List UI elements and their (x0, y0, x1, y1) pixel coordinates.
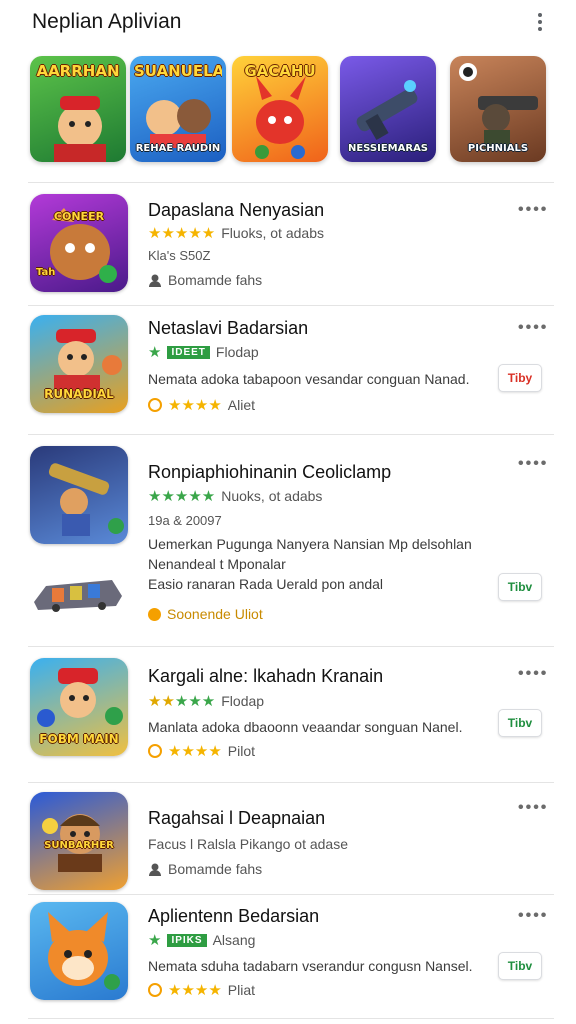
more-horiz-icon[interactable]: •••• (518, 456, 548, 472)
rating-row: ★★ ★★★ Flodap (148, 692, 264, 710)
app-icon[interactable]: CONEER Tah (30, 194, 128, 292)
app-description: Manlata adoka dbaoonn veaandar songuan N… (148, 719, 463, 735)
banner-subtitle: NESSIEMARAS (347, 143, 429, 154)
rating-text: Nuoks, ot adabs (221, 488, 323, 504)
install-button[interactable]: Tiby (498, 364, 542, 392)
divider (28, 1018, 554, 1019)
divider (28, 182, 554, 183)
icon-label: FOBM MAIN (39, 732, 119, 746)
rating-stars-icon: ★★★★★ (148, 488, 216, 505)
rating-text: Flodap (215, 344, 259, 360)
banner-title: AARRHAN (36, 62, 120, 80)
app-meta: 19a & 20097 (148, 513, 222, 528)
coin-icon (148, 398, 162, 412)
developer-row: Bomamde fahs (148, 272, 262, 288)
fox-character-icon (48, 912, 120, 990)
coin-icon (148, 607, 161, 621)
app-icon[interactable] (30, 446, 128, 544)
rating-stars-icon: ★★★★★ (148, 225, 216, 242)
blaster-character-icon (48, 463, 124, 536)
rating-text: Fluoks, ot adabs (221, 225, 324, 241)
more-vert-icon[interactable] (530, 12, 550, 32)
rating-row: ★★★★★ Fluoks, ot adabs (148, 224, 324, 242)
banner-card-4[interactable]: NESSIEMARAS (340, 56, 436, 162)
divider (28, 894, 554, 895)
install-button[interactable]: Tibv (498, 709, 542, 737)
sub-rating-text: Pilot (227, 743, 256, 759)
more-horiz-icon[interactable]: •••• (518, 908, 548, 924)
banner-subtitle: REHAE RAUDIN (135, 143, 221, 154)
app-description-3: Easio ranaran Rada Uerald pon andal (148, 576, 384, 592)
rating-text: Flodap (221, 693, 265, 709)
developer-name: Bomamde fahs (168, 861, 263, 877)
rating-row: ★★★★★ Nuoks, ot adabs (148, 487, 322, 505)
divider (28, 305, 554, 306)
sub-rating-text: Pliat (227, 982, 256, 998)
app-title[interactable]: Dapaslana Nenyasian (148, 200, 324, 221)
rating-stars-icon: ★★★★ (168, 743, 222, 760)
app-icon[interactable]: RUNADIAL (30, 315, 128, 413)
app-icon[interactable]: FOBM MAIN (30, 658, 128, 756)
banner-card-2[interactable]: SUANUELA REHAE RAUDIN (130, 56, 226, 162)
rating-badge: IPIKS (167, 933, 207, 947)
app-description: Nemata adoka tabapoon vesandar conguan N… (148, 371, 470, 387)
sub-rating-row: ★★★★ Pilot (148, 742, 255, 760)
developer-row: Bomamde fahs (148, 861, 262, 877)
rating-star-icon: ★ (148, 344, 162, 361)
app-title[interactable]: Ragahsai l Deapnaian (148, 808, 325, 829)
app-meta: Facus l Ralsla Pikango ot adase (148, 836, 348, 852)
app-title[interactable]: Aplientenn Bedarsian (148, 906, 319, 927)
app-description-2: Nenandeal t Mponalar (148, 556, 286, 572)
page-title: Neplian Aplivian (32, 10, 182, 33)
train-icon (34, 580, 122, 612)
app-description: Uemerkan Pugunga Nanyera Nansian Mp dels… (148, 536, 472, 552)
icon-label: CONEER (53, 210, 105, 223)
app-title[interactable]: Ronpiaphiohinanin Ceoliclamp (148, 462, 391, 483)
more-horiz-icon[interactable]: •••• (518, 202, 548, 218)
install-button[interactable]: Tibv (498, 952, 542, 980)
rating-stars-green-icon: ★★★ (174, 693, 216, 710)
developer-name: Bomamde fahs (168, 272, 263, 288)
icon-label: RUNADIAL (44, 387, 114, 401)
banner-subtitle: PICHNIALS (467, 143, 529, 154)
banner-card-1[interactable]: AARRHAN (30, 56, 126, 162)
app-title[interactable]: Netaslavi Badarsian (148, 318, 308, 339)
people-icon (149, 274, 161, 287)
rating-star-icon: ★ (148, 932, 162, 949)
sub-rating-row: ★★★★ Aliet (148, 396, 255, 414)
developer-name: Soonende Uliot (167, 606, 263, 622)
coin-icon (148, 744, 162, 758)
rating-stars-icon: ★★★★ (168, 397, 222, 414)
divider (28, 782, 554, 783)
more-horiz-icon[interactable]: •••• (518, 320, 548, 336)
install-button[interactable]: Tibv (498, 573, 542, 601)
icon-label: SUNBARHER (44, 840, 114, 851)
app-icon[interactable]: SUNBARHER (30, 792, 128, 890)
banner-card-5[interactable]: PICHNIALS (450, 56, 546, 162)
coin-icon (148, 983, 162, 997)
app-icon[interactable] (30, 902, 128, 1000)
sub-rating-row: ★★★★ Pliat (148, 981, 255, 999)
divider (28, 434, 554, 435)
more-horiz-icon[interactable]: •••• (518, 666, 548, 682)
developer-row: Soonende Uliot (148, 606, 263, 622)
rating-stars-icon: ★★★★ (168, 982, 222, 999)
rating-badge: IDEET (167, 345, 210, 359)
banner-title: SUANUELA (134, 62, 222, 80)
app-description: Nemata sduha tadabarn vserandur congusn … (148, 958, 473, 974)
people-icon (149, 863, 161, 876)
app-meta: Kla's S50Z (148, 248, 211, 263)
banner-card-3[interactable]: GACAHU (232, 56, 328, 162)
banner-title: GACAHU (244, 62, 316, 80)
more-horiz-icon[interactable]: •••• (518, 800, 548, 816)
app-title[interactable]: Kargali alne: lkahadn Kranain (148, 666, 383, 687)
rating-row: ★ IPIKS Alsang (148, 931, 255, 949)
rating-row: ★ IDEET Flodap (148, 343, 259, 361)
rating-text: Alsang (212, 932, 256, 948)
sub-rating-text: Aliet (227, 397, 256, 413)
divider (28, 646, 554, 647)
rating-stars-icon: ★★ (148, 693, 175, 710)
app-header: Neplian Aplivian (0, 0, 576, 50)
icon-sublabel: Tah (36, 267, 56, 278)
